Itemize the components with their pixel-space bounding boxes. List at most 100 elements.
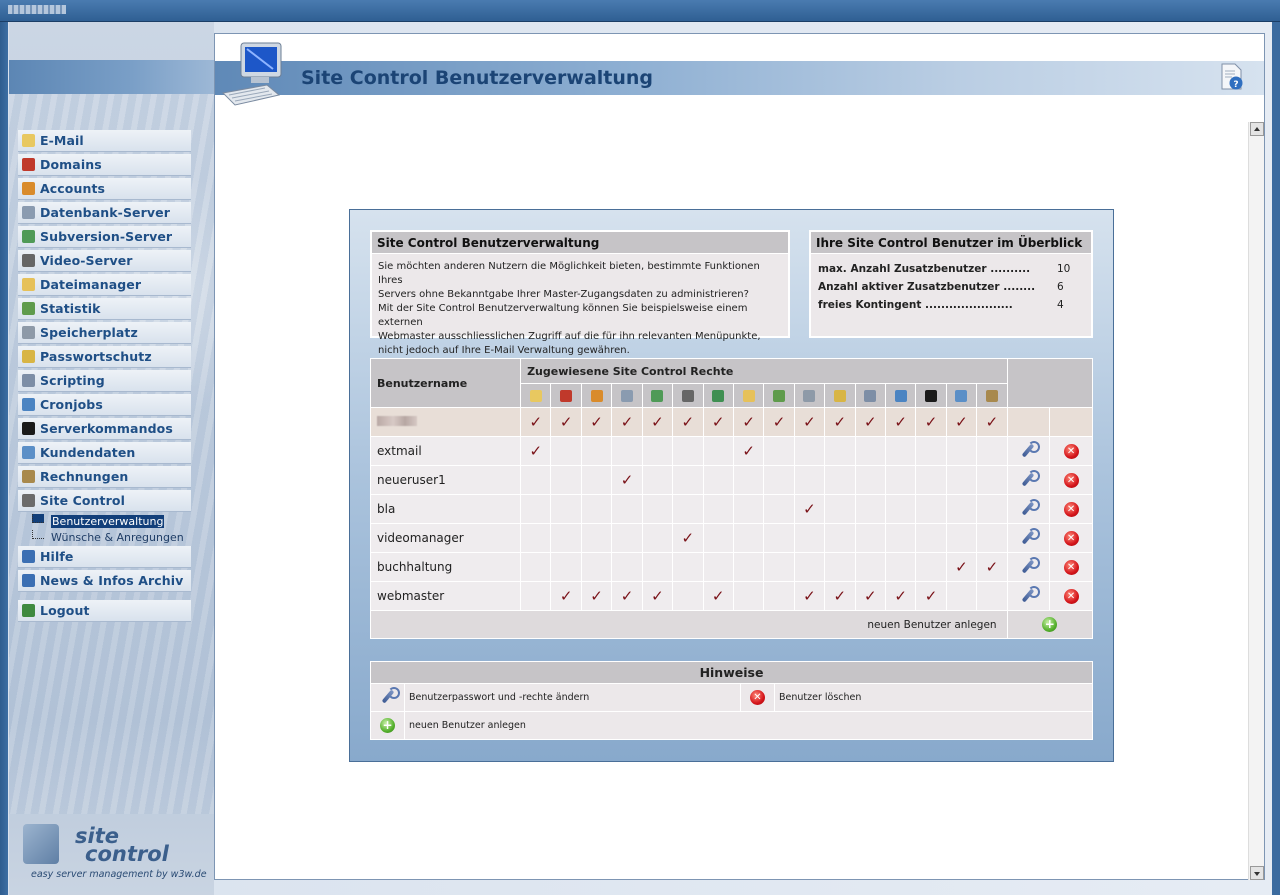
user-management-panel: Site Control Benutzerverwaltung Sie möch… [349, 209, 1114, 762]
disk-icon [803, 390, 816, 402]
right-empty [702, 465, 734, 495]
right-check: ✓ [611, 407, 643, 437]
right-column-header [732, 383, 765, 408]
right-check: ✓ [611, 581, 643, 611]
brand-word-2: control [85, 842, 169, 866]
sidebar-item-speicherplatz[interactable]: Speicherplatz [18, 322, 191, 344]
terminal-icon [925, 390, 938, 402]
right-empty [915, 552, 947, 582]
sidebar-item-passwortschutz[interactable]: Passwortschutz [18, 346, 191, 368]
sidebar-item-rechnungen[interactable]: Rechnungen [18, 466, 191, 488]
username-cell: videomanager [369, 523, 522, 553]
scroll-up-button[interactable] [1250, 122, 1264, 136]
sidebar-item-label: Kundendaten [40, 445, 136, 460]
sidebar-subitem-w-nsche-anregungen[interactable]: Wünsche & Anregungen [18, 530, 191, 546]
edit-user-cell [1006, 465, 1051, 495]
delete-user-cell: ✕ [1049, 494, 1093, 524]
sidebar-item-subversion-server[interactable]: Subversion-Server [18, 226, 191, 248]
right-empty [976, 581, 1008, 611]
disk-icon [22, 326, 35, 339]
wrench-icon[interactable] [1019, 469, 1041, 488]
right-check: ✓ [520, 436, 552, 466]
sidebar-item-label: Scripting [40, 373, 105, 388]
right-empty [550, 465, 582, 495]
right-empty [763, 494, 795, 524]
action-empty [1006, 407, 1051, 437]
delete-icon: ✕ [750, 690, 765, 705]
right-check: ✓ [854, 581, 886, 611]
right-check: ✓ [732, 436, 765, 466]
delete-icon[interactable]: ✕ [1063, 443, 1079, 459]
sidebar-item-domains[interactable]: Domains [18, 154, 191, 176]
mail-icon [529, 390, 542, 402]
right-empty [732, 494, 765, 524]
right-check: ✓ [945, 407, 978, 437]
legend-title: Hinweise [370, 661, 1093, 684]
right-empty [854, 436, 886, 466]
right-empty [884, 436, 917, 466]
sidebar-item-dateimanager[interactable]: Dateimanager [18, 274, 191, 296]
sidebar-item-cronjobs[interactable]: Cronjobs [18, 394, 191, 416]
right-check: ✓ [884, 581, 917, 611]
new-user-label[interactable]: neuen Benutzer anlegen [370, 610, 1008, 639]
edit-user-cell [1006, 523, 1051, 553]
right-column-header [550, 383, 582, 408]
delete-icon[interactable]: ✕ [1063, 559, 1079, 575]
video-icon [681, 390, 694, 402]
scroll-down-button[interactable] [1250, 866, 1264, 880]
vertical-scrollbar[interactable] [1248, 122, 1264, 880]
wrench-icon[interactable] [1019, 498, 1041, 517]
edit-user-cell [1006, 581, 1051, 611]
sidebar-item-accounts[interactable]: Accounts [18, 178, 191, 200]
delete-icon[interactable]: ✕ [1063, 472, 1079, 488]
right-empty [763, 436, 795, 466]
delete-icon[interactable]: ✕ [1063, 588, 1079, 604]
right-check: ✓ [824, 407, 856, 437]
master-username-blurred [369, 407, 522, 437]
invoice-icon [985, 390, 998, 402]
right-empty [732, 523, 765, 553]
wrench-icon[interactable] [1019, 556, 1041, 575]
edit-user-cell [1006, 552, 1051, 582]
wrench-icon[interactable] [1019, 440, 1041, 459]
brand-logo: site control easy server management by w… [21, 822, 214, 892]
right-check: ✓ [672, 523, 704, 553]
table-row: extmail ✓ ✓ ✕ [369, 436, 1093, 466]
sidebar-item-news-infos-archiv[interactable]: News & Infos Archiv [18, 570, 191, 592]
right-empty [763, 465, 795, 495]
sidebar-item-video-server[interactable]: Video-Server [18, 250, 191, 272]
sidebar-item-site-control[interactable]: Site Control [18, 490, 191, 512]
sidebar-item-scripting[interactable]: Scripting [18, 370, 191, 392]
legend-delete-text: Benutzer löschen [774, 683, 1093, 712]
right-check: ✓ [550, 407, 582, 437]
video-icon [22, 254, 35, 267]
right-empty [945, 581, 978, 611]
sidebar-item-statistik[interactable]: Statistik [18, 298, 191, 320]
folder-icon [22, 278, 35, 291]
right-empty [611, 523, 643, 553]
sidebar-item-label: Domains [40, 157, 102, 172]
sidebar-item-kundendaten[interactable]: Kundendaten [18, 442, 191, 464]
sidebar-item-e-mail[interactable]: E-Mail [18, 130, 191, 152]
help-document-icon[interactable]: ? [1220, 63, 1244, 91]
delete-icon[interactable]: ✕ [1063, 530, 1079, 546]
sidebar-item-hilfe[interactable]: Hilfe [18, 546, 191, 568]
customer-icon [955, 390, 968, 402]
delete-icon[interactable]: ✕ [1063, 501, 1079, 517]
domains-icon [560, 390, 573, 402]
sidebar-item-logout[interactable]: Logout [18, 600, 191, 622]
sidebar-subitem-benutzerverwaltung[interactable]: Benutzerverwaltung [18, 514, 191, 530]
wrench-icon[interactable] [1019, 585, 1041, 604]
stat-row-max: max. Anzahl Zusatzbenutzer .......... 10 [811, 259, 1091, 277]
sidebar-item-datenbank-server[interactable]: Datenbank-Server [18, 202, 191, 224]
sidebar-item-label: Passwortschutz [40, 349, 152, 364]
right-empty [793, 465, 826, 495]
wrench-icon [379, 687, 400, 705]
stat-label: max. Anzahl Zusatzbenutzer .......... [818, 263, 1031, 275]
edit-user-cell [1006, 494, 1051, 524]
legend-add-icon-cell: + [370, 711, 405, 740]
add-user-icon[interactable]: + [1042, 617, 1058, 632]
right-column-header [945, 383, 978, 408]
sidebar-item-serverkommandos[interactable]: Serverkommandos [18, 418, 191, 440]
wrench-icon[interactable] [1019, 527, 1041, 546]
